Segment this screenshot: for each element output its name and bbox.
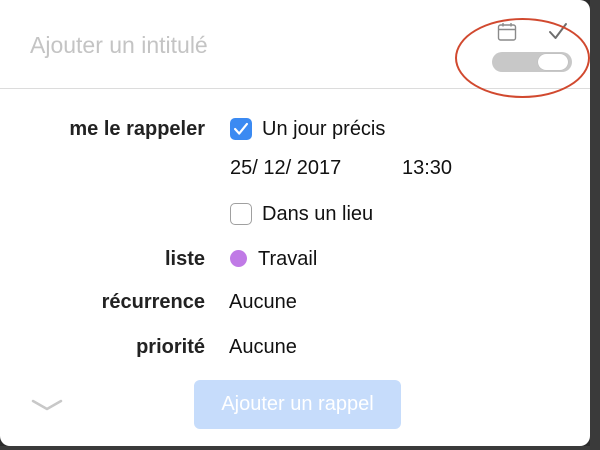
date-field[interactable]: 25/ 12/ 2017 — [230, 157, 341, 180]
at-location-label[interactable]: Dans un lieu — [262, 203, 373, 226]
on-day-checkbox[interactable] — [230, 118, 252, 140]
priority-value[interactable]: Aucune — [229, 336, 297, 359]
title-input[interactable] — [30, 28, 430, 62]
recurrence-label: récurrence — [101, 291, 205, 313]
toggle-knob — [538, 54, 568, 70]
time-field[interactable]: 13:30 — [402, 157, 452, 180]
list-value[interactable]: Travail — [258, 248, 317, 271]
on-day-label[interactable]: Un jour précis — [262, 118, 385, 141]
chevron-down-icon[interactable] — [30, 398, 64, 412]
checkbox-check-icon — [234, 122, 248, 135]
calendar-icon[interactable] — [497, 22, 517, 42]
add-reminder-button[interactable]: Ajouter un rappel — [194, 380, 401, 429]
window-bottom-edge — [0, 446, 600, 450]
list-label: liste — [164, 248, 205, 270]
header-divider — [0, 88, 590, 89]
recurrence-value[interactable]: Aucune — [229, 291, 297, 314]
remind-label: me le rappeler — [69, 118, 205, 140]
list-color-dot — [230, 250, 247, 267]
checkmark-icon[interactable] — [547, 20, 569, 42]
reminder-popover: me le rappeler Un jour précis 25/ 12/ 20… — [0, 0, 590, 446]
at-location-checkbox[interactable] — [230, 203, 252, 225]
priority-label: priorité — [136, 336, 205, 358]
window-edge — [590, 0, 600, 450]
